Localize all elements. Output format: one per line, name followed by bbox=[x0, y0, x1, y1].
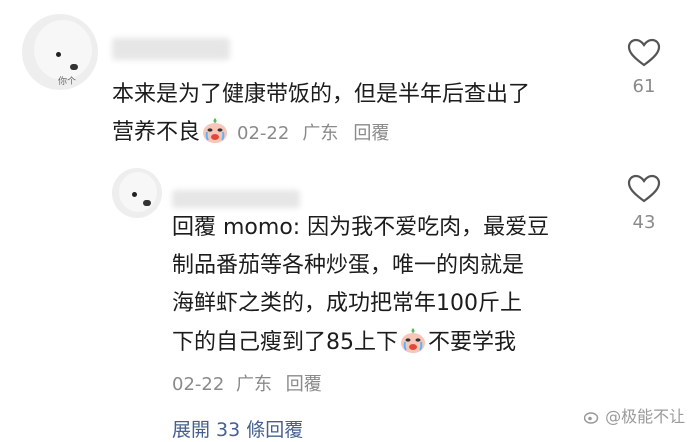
crying-emoji-icon bbox=[201, 116, 229, 158]
comment-text-line1: 本来是为了健康带饭的，但是半年后查出了 bbox=[112, 82, 531, 107]
watermark-text: @极能不让 bbox=[605, 407, 686, 426]
reply-like-count: 43 bbox=[632, 212, 656, 233]
blurred-username bbox=[112, 38, 230, 60]
reply-location: 广东 bbox=[236, 374, 273, 395]
avatar-caption: 你个 bbox=[58, 77, 77, 87]
reply-text-line4-a: 下的自己瘦到了85上下 bbox=[172, 330, 398, 355]
expand-replies-link[interactable]: 展開 33 條回覆 bbox=[172, 415, 303, 442]
comment-location: 广东 bbox=[302, 123, 339, 144]
comment-date: 02-22 bbox=[237, 123, 290, 144]
weibo-logo-icon bbox=[583, 412, 599, 424]
heart-outline-icon bbox=[627, 38, 661, 67]
comment-like-count: 61 bbox=[632, 76, 656, 97]
reply-text-line4: 下的自己瘦到了85上下 不要学我 bbox=[172, 322, 516, 368]
comment-reply-button[interactable]: 回覆 bbox=[353, 123, 389, 144]
reply-date: 02-22 bbox=[172, 374, 225, 395]
watermark: @极能不让 bbox=[583, 403, 686, 427]
comment-avatar[interactable]: 你个 bbox=[22, 14, 98, 90]
comment-text-line2: 营养不良 02-22 广东 回覆 bbox=[112, 112, 389, 158]
blurred-reply-username bbox=[172, 190, 300, 208]
reply-reply-button[interactable]: 回覆 bbox=[286, 374, 322, 395]
comment-text-line2-content: 营养不良 bbox=[112, 120, 201, 145]
comment-like-button[interactable]: 61 bbox=[614, 38, 674, 97]
reply-text-line1: 回覆 momo: 因为我不爱吃肉，最爱豆 bbox=[172, 215, 550, 240]
reply-text-line4-b: 不要学我 bbox=[428, 330, 517, 355]
reply-text-line2: 制品番茄等各种炒蛋，唯一的肉就是 bbox=[172, 253, 525, 278]
reply-text-line3: 海鲜虾之类的，成功把常年100斤上 bbox=[172, 291, 522, 316]
reply-avatar[interactable] bbox=[112, 168, 162, 218]
heart-outline-icon bbox=[627, 174, 661, 203]
crying-emoji-icon bbox=[399, 326, 427, 368]
reply-like-button[interactable]: 43 bbox=[614, 174, 674, 233]
reply-meta: 02-22 广东 回覆 bbox=[172, 370, 322, 396]
